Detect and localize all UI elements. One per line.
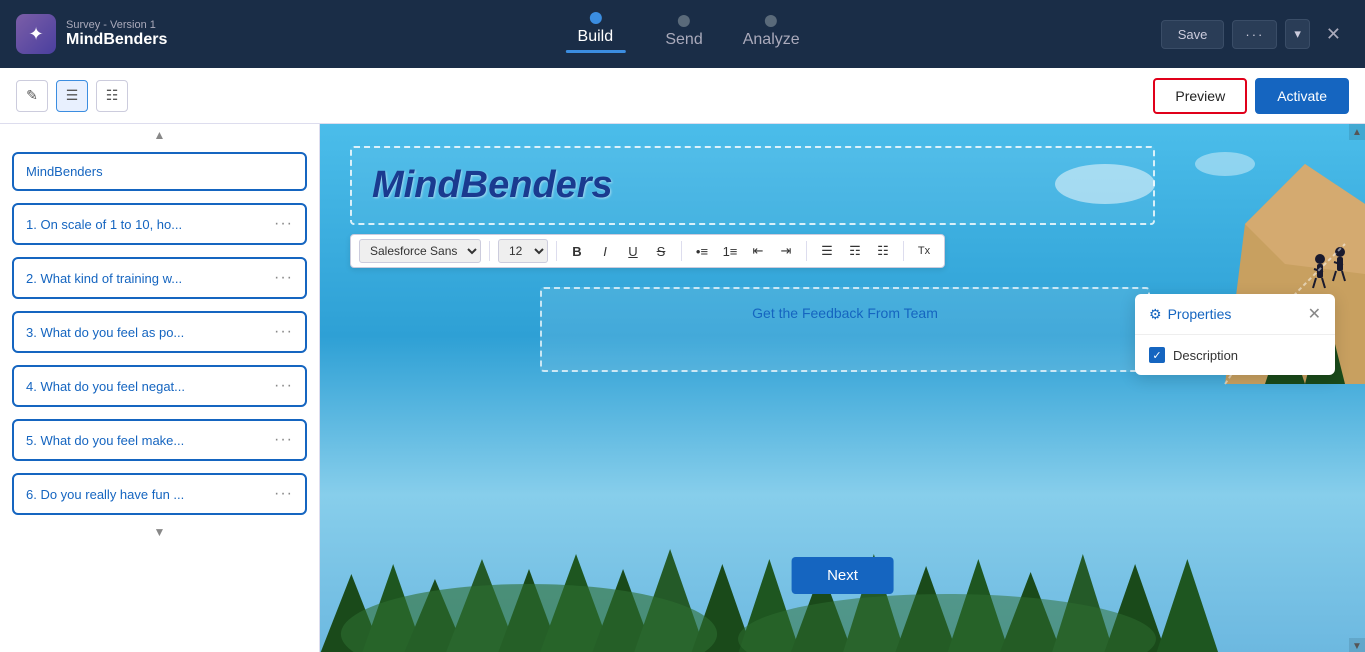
sidebar-item-q5[interactable]: 5. What do you feel make... ··· — [12, 419, 307, 461]
scroll-up-icon: ▲ — [154, 128, 166, 142]
properties-icon: ⚙ — [1149, 306, 1162, 323]
next-button[interactable]: Next — [791, 557, 894, 594]
app-title: MindBenders — [66, 31, 167, 49]
description-checkbox[interactable]: ✓ — [1149, 347, 1165, 363]
edit-icon: ✎ — [26, 87, 38, 104]
nav-actions: Save ··· ▾ ✕ — [1161, 19, 1349, 49]
description-box[interactable]: Get the Feedback From Team ⤡ — [540, 287, 1150, 372]
format-divider-1 — [489, 241, 490, 261]
app-logo-text: Survey - Version 1 MindBenders — [66, 19, 167, 49]
indent-left-button[interactable]: ⇤ — [746, 239, 770, 263]
properties-close-button[interactable]: ✕ — [1308, 304, 1321, 324]
sidebar-item-q2[interactable]: 2. What kind of training w... ··· — [12, 257, 307, 299]
app-logo: ✦ Survey - Version 1 MindBenders — [16, 14, 216, 54]
canvas-scroll-down[interactable]: ▼ — [1349, 638, 1365, 652]
app-logo-icon: ✦ — [16, 14, 56, 54]
properties-header: ⚙ Properties ✕ — [1135, 294, 1335, 335]
activate-button[interactable]: Activate — [1255, 78, 1349, 114]
underline-button[interactable]: U — [621, 239, 645, 263]
next-button-wrapper: Next — [791, 557, 894, 594]
sidebar-item-cover-label: MindBenders — [26, 164, 103, 179]
tab-send-label: Send — [665, 31, 702, 49]
close-button[interactable]: ✕ — [1318, 20, 1349, 49]
sidebar-item-q2-menu[interactable]: ··· — [274, 269, 293, 287]
sidebar-item-q4-menu[interactable]: ··· — [274, 377, 293, 395]
properties-body: ✓ Description — [1135, 335, 1335, 375]
tab-analyze-dot — [765, 15, 777, 27]
sidebar-scroll-up[interactable]: ▲ — [0, 124, 319, 146]
sidebar-item-q6-menu[interactable]: ··· — [274, 485, 293, 503]
sidebar-item-q3-label: 3. What do you feel as po... — [26, 325, 184, 340]
tab-analyze[interactable]: Analyze — [743, 15, 800, 53]
sidebar-item-q1[interactable]: 1. On scale of 1 to 10, ho... ··· — [12, 203, 307, 245]
sidebar-item-q4[interactable]: 4. What do you feel negat... ··· — [12, 365, 307, 407]
strikethrough-button[interactable]: S — [649, 239, 673, 263]
top-nav: ✦ Survey - Version 1 MindBenders Build S… — [0, 0, 1365, 68]
scroll-down-icon: ▼ — [154, 525, 166, 539]
preview-button[interactable]: Preview — [1153, 78, 1247, 114]
list-view-button[interactable]: ☰ — [56, 80, 88, 112]
survey-canvas: MindBenders Salesforce Sans 12 B I — [320, 124, 1365, 652]
description-label: Description — [1173, 348, 1238, 363]
align-left-button[interactable]: ☰ — [815, 239, 839, 263]
description-text: Get the Feedback From Team — [558, 305, 1132, 321]
properties-description-item: ✓ Description — [1149, 347, 1321, 363]
sidebar-item-q1-label: 1. On scale of 1 to 10, ho... — [26, 217, 182, 232]
sidebar-item-q6[interactable]: 6. Do you really have fun ... ··· — [12, 473, 307, 515]
canvas-scroll-up[interactable]: ▲ — [1349, 124, 1365, 140]
sidebar-item-q1-menu[interactable]: ··· — [274, 215, 293, 233]
bold-button[interactable]: B — [565, 239, 589, 263]
italic-button[interactable]: I — [593, 239, 617, 263]
sidebar-item-q3-menu[interactable]: ··· — [274, 323, 293, 341]
align-center-button[interactable]: ☶ — [843, 239, 867, 263]
indent-right-button[interactable]: ⇥ — [774, 239, 798, 263]
format-toolbar: Salesforce Sans 12 B I U S •≡ 1≡ ⇤ ⇥ — [350, 234, 945, 268]
sidebar-scroll-down[interactable]: ▼ — [0, 521, 319, 543]
title-selection-box[interactable]: MindBenders — [350, 146, 1155, 225]
font-family-select[interactable]: Salesforce Sans — [359, 239, 481, 263]
sidebar-item-q5-label: 5. What do you feel make... — [26, 433, 184, 448]
properties-panel: ⚙ Properties ✕ ✓ Description — [1135, 294, 1335, 375]
sidebar-item-q4-label: 4. What do you feel negat... — [26, 379, 185, 394]
tab-build-label: Build — [578, 28, 614, 46]
font-family-wrapper: Salesforce Sans — [359, 239, 481, 263]
font-size-wrapper: 12 — [498, 239, 548, 263]
grid-view-button[interactable]: ☷ — [96, 80, 128, 112]
tab-send[interactable]: Send — [665, 15, 702, 53]
grid-icon: ☷ — [106, 87, 119, 104]
format-divider-3 — [681, 241, 682, 261]
nav-tabs: Build Send Analyze — [565, 12, 799, 57]
remove-format-button[interactable]: Tx — [912, 239, 936, 263]
dropdown-button[interactable]: ▾ — [1285, 19, 1310, 49]
tab-build-underline — [565, 50, 625, 53]
bullets-button[interactable]: •≡ — [690, 239, 714, 263]
font-size-select[interactable]: 12 — [498, 239, 548, 263]
numbered-button[interactable]: 1≡ — [718, 239, 742, 263]
tab-send-dot — [678, 15, 690, 27]
content-area: MindBenders Salesforce Sans 12 B I — [320, 124, 1365, 652]
format-divider-4 — [806, 241, 807, 261]
tab-analyze-label: Analyze — [743, 31, 800, 49]
edit-button[interactable]: ✎ — [16, 80, 48, 112]
tab-build-dot — [589, 12, 601, 24]
save-button[interactable]: Save — [1161, 20, 1225, 49]
sidebar: ▲ MindBenders 1. On scale of 1 to 10, ho… — [0, 124, 320, 652]
more-options-button[interactable]: ··· — [1232, 20, 1277, 49]
sidebar-item-q2-label: 2. What kind of training w... — [26, 271, 182, 286]
sidebar-item-q6-label: 6. Do you really have fun ... — [26, 487, 184, 502]
sidebar-item-cover[interactable]: MindBenders — [12, 152, 307, 191]
main-layout: ▲ MindBenders 1. On scale of 1 to 10, ho… — [0, 124, 1365, 652]
survey-title: MindBenders — [372, 164, 1133, 207]
properties-title: ⚙ Properties — [1149, 306, 1231, 323]
tab-build[interactable]: Build — [565, 12, 625, 57]
page-toolbar: ✎ ☰ ☷ Preview Activate — [0, 68, 1365, 124]
list-icon: ☰ — [66, 87, 79, 104]
sidebar-item-q3[interactable]: 3. What do you feel as po... ··· — [12, 311, 307, 353]
app-subtitle: Survey - Version 1 — [66, 19, 167, 31]
sidebar-item-q5-menu[interactable]: ··· — [274, 431, 293, 449]
align-right-button[interactable]: ☷ — [871, 239, 895, 263]
format-divider-5 — [903, 241, 904, 261]
format-divider-2 — [556, 241, 557, 261]
